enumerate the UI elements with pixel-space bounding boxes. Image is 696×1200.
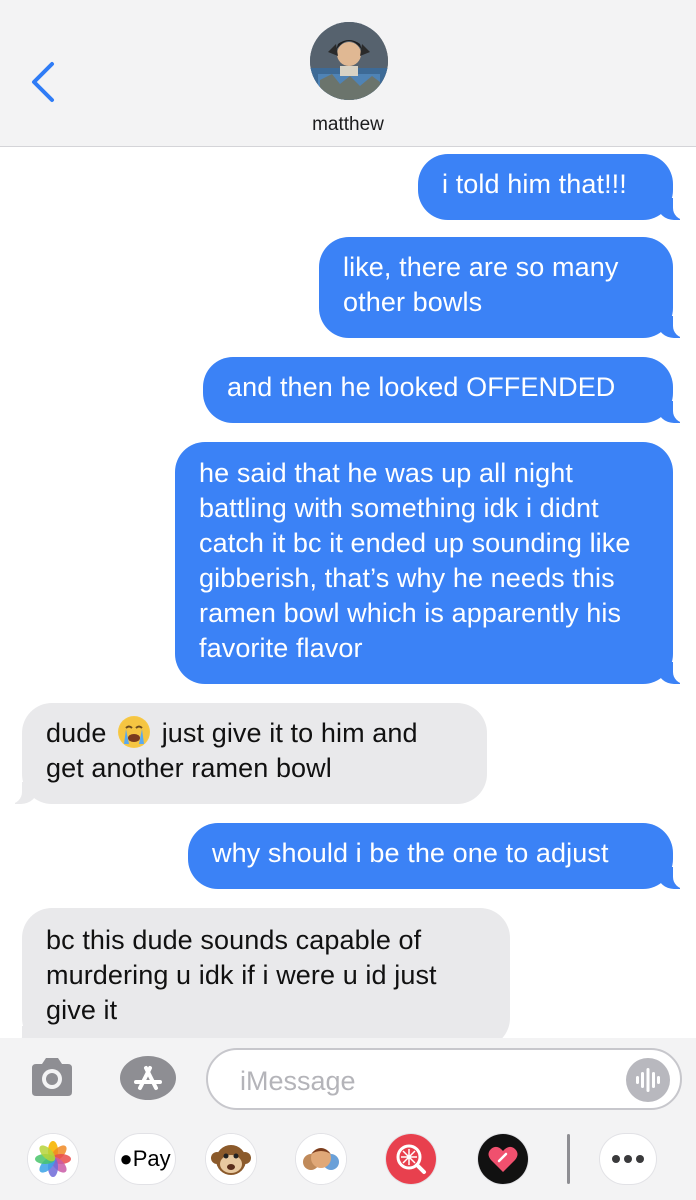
contact-avatar[interactable]: [310, 22, 388, 100]
message-text: he said that he was up all night battlin…: [199, 458, 631, 663]
app-store-icon[interactable]: [118, 1054, 178, 1102]
loudly-crying-face-icon: [118, 716, 151, 748]
message-text: i told him that!!!: [442, 169, 627, 199]
contact-name[interactable]: matthew: [0, 114, 696, 136]
conversation-header: matthew: [0, 0, 696, 147]
audio-waveform-icon[interactable]: [626, 1058, 670, 1102]
message-text: why should i be the one to adjust: [212, 838, 609, 868]
app-drawer: [0, 1122, 696, 1200]
sent-message-bubble[interactable]: like, there are so many other bowls: [319, 237, 689, 338]
imessage-input[interactable]: [238, 1062, 622, 1100]
digital-touch-icon[interactable]: [478, 1134, 528, 1184]
message-text: like, there are so many other bowls: [343, 252, 619, 317]
apple-logo-icon: ●: [119, 1146, 133, 1171]
message-text: dude: [46, 718, 107, 748]
apple-pay-label: Pay: [132, 1146, 171, 1171]
received-message-bubble[interactable]: bc this dude sounds capable of murdering…: [6, 908, 510, 1038]
search-images-icon[interactable]: [386, 1134, 436, 1184]
received-message-bubble[interactable]: dude just give it to him and get another…: [6, 703, 487, 804]
drawer-divider: [567, 1134, 570, 1184]
camera-icon[interactable]: [28, 1056, 76, 1098]
message-list[interactable]: i told him that!!! like, there are so ma…: [0, 146, 696, 1038]
sent-message-bubble[interactable]: he said that he was up all night battlin…: [175, 442, 689, 684]
sent-message-bubble[interactable]: and then he looked OFFENDED: [203, 357, 689, 423]
animoji-monkey-icon[interactable]: [206, 1134, 256, 1184]
back-chevron-icon[interactable]: [26, 60, 60, 104]
imessage-input-field[interactable]: [206, 1048, 682, 1110]
message-text: and then he looked OFFENDED: [227, 372, 616, 402]
photos-icon[interactable]: [28, 1134, 78, 1184]
apple-pay-icon[interactable]: ●Pay: [115, 1134, 175, 1184]
message-text: bc this dude sounds capable of murdering…: [46, 925, 437, 1025]
memoji-icon[interactable]: [296, 1134, 346, 1184]
more-icon[interactable]: [600, 1134, 656, 1184]
sent-message-bubble[interactable]: why should i be the one to adjust: [188, 823, 689, 889]
sent-message-bubble[interactable]: i told him that!!!: [418, 154, 689, 220]
